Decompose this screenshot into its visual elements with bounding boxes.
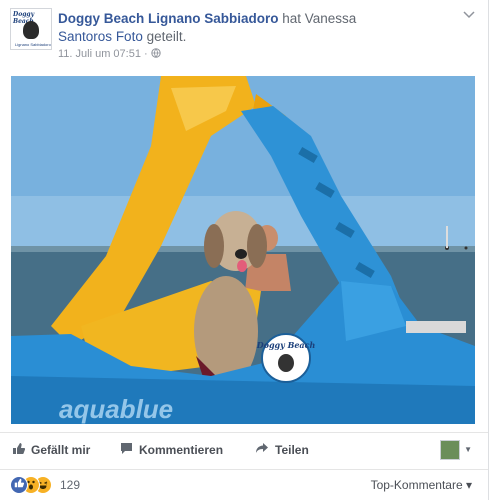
- globe-icon: [151, 48, 161, 60]
- comment-sort-label: Top-Kommentare: [370, 478, 463, 492]
- like-reaction-icon[interactable]: [10, 476, 28, 494]
- shared-person-link[interactable]: Santoros: [58, 29, 112, 44]
- sticker-text: Doggy Beach: [256, 340, 316, 350]
- share-label: Teilen: [275, 442, 309, 457]
- comment-icon: [120, 442, 133, 458]
- dog-logo-icon: [23, 21, 39, 39]
- post-photo[interactable]: Doggy Beach aquablue: [11, 76, 475, 424]
- facebook-post: Doggy Beach Lignano Sabbiadoro Doggy Bea…: [0, 0, 489, 500]
- caret-down-icon: ▾: [465, 478, 472, 492]
- post-header: Doggy Beach Lignano Sabbiadoro Doggy Bea…: [10, 8, 480, 66]
- page-avatar[interactable]: Doggy Beach Lignano Sabbiadoro: [10, 8, 52, 50]
- post-meta: 11. Juli um 07:51 ·: [58, 48, 161, 60]
- share-button[interactable]: Teilen: [255, 442, 309, 457]
- shared-photo-link[interactable]: Foto: [116, 29, 143, 44]
- meta-separator: ·: [140, 48, 151, 60]
- share-audience-avatar[interactable]: [440, 440, 460, 460]
- thumbs-up-icon: [12, 442, 26, 458]
- reactions-bar: 129 Top-Kommentare ▾: [10, 474, 480, 496]
- post-actions-bar: Gefällt mir Kommentieren Teilen ▼: [0, 432, 488, 470]
- comment-button[interactable]: Kommentieren: [120, 442, 223, 458]
- share-suffix-text: geteilt.: [142, 29, 187, 44]
- avatar-logo-subtext: Lignano Sabbiadoro: [15, 42, 51, 47]
- share-text: hat Vanessa: [278, 11, 357, 26]
- comment-label: Kommentieren: [139, 443, 224, 457]
- comment-sort-dropdown[interactable]: Top-Kommentare ▾: [371, 478, 472, 492]
- share-arrow-icon: [255, 442, 269, 457]
- reaction-count[interactable]: 129: [60, 478, 80, 492]
- like-button[interactable]: Gefällt mir: [12, 442, 90, 458]
- chevron-down-icon[interactable]: [462, 10, 476, 24]
- caret-down-icon[interactable]: ▼: [464, 445, 472, 454]
- like-label: Gefällt mir: [31, 443, 91, 457]
- post-title-line: Doggy Beach Lignano Sabbiadoro hat Vanes…: [58, 10, 458, 46]
- page-name-link[interactable]: Doggy Beach Lignano Sabbiadoro: [58, 11, 279, 26]
- timestamp-link[interactable]: 11. Juli um 07:51: [58, 48, 141, 60]
- boat-brand-text: aquablue: [59, 394, 173, 424]
